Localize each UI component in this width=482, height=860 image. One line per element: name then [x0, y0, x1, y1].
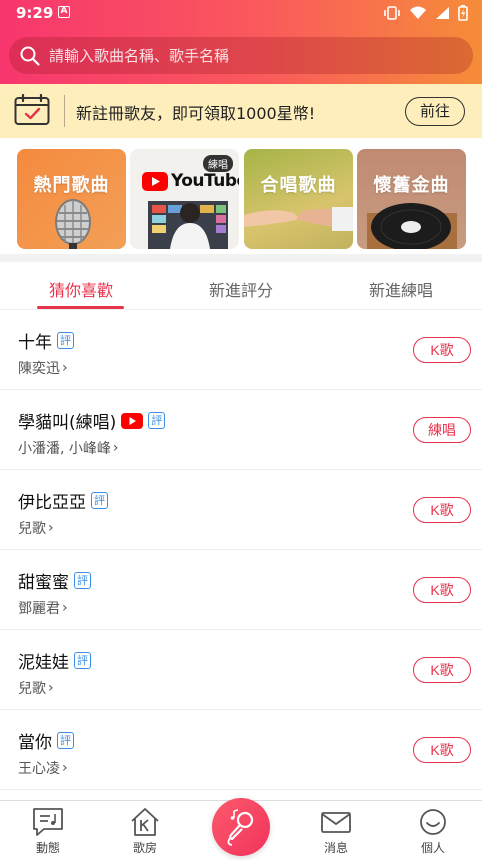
promo-banner[interactable]: 新註冊歌友，即可領取1000星幣! 前往 [0, 84, 482, 138]
nav-profile[interactable]: 個人 [403, 807, 463, 856]
header: 9:29 A [0, 0, 482, 84]
holding-hands-image [244, 207, 353, 231]
app-notification-icon: A [58, 6, 70, 18]
rating-tag: 評 [91, 492, 108, 509]
song-row[interactable]: 甜蜜蜜評 鄧麗君 › K歌 [0, 550, 482, 630]
song-row[interactable]: 泥娃娃評 兒歌 › K歌 [0, 630, 482, 710]
search-bar[interactable] [9, 37, 473, 74]
category-youtube[interactable]: 練唱 YouTube [130, 149, 239, 249]
rating-tag: 評 [148, 412, 166, 429]
vinyl-record-image [367, 203, 457, 249]
calendar-check-icon [14, 94, 50, 125]
status-icons [383, 5, 468, 21]
artist-link[interactable]: 兒歌 › [18, 678, 54, 698]
rating-tag: 評 [57, 732, 74, 749]
nav-song-room[interactable]: 歌房 [115, 807, 175, 856]
artist-name: 陳奕迅 [18, 361, 60, 377]
song-row[interactable]: 十年評 陳奕迅 › K歌 [0, 310, 482, 390]
song-title: 當你評 [18, 728, 74, 753]
song-title: 學貓叫(練唱) 評 [18, 408, 166, 433]
song-name: 泥娃娃 [18, 653, 69, 673]
song-title: 甜蜜蜜評 [18, 568, 91, 593]
house-k-icon [131, 808, 159, 836]
song-title: 泥娃娃評 [18, 648, 91, 673]
section-divider [0, 254, 482, 262]
youtube-icon [121, 412, 144, 429]
category-oldies[interactable]: 懷舊金曲 [357, 149, 466, 249]
tab-new-practice[interactable]: 新進練唱 [369, 277, 433, 301]
microphone-icon [55, 199, 91, 249]
song-name: 伊比亞亞 [18, 493, 86, 513]
status-time: 9:29 [16, 4, 54, 22]
artist-link[interactable]: 鄧麗君 › [18, 598, 68, 618]
k-song-button[interactable]: K歌 [413, 737, 471, 763]
envelope-icon [321, 812, 351, 833]
chevron-right-icon: › [62, 360, 68, 376]
song-title: 十年評 [18, 328, 74, 353]
wifi-icon [410, 6, 426, 19]
tab-new-scores[interactable]: 新進評分 [209, 277, 273, 301]
signal-icon [436, 7, 449, 19]
rating-tag: 評 [57, 332, 74, 349]
chevron-right-icon: › [112, 440, 119, 456]
artist-name: 兒歌 [18, 681, 46, 697]
artist-name: 小潘潘, 小峰峰 [18, 441, 111, 457]
rating-tag: 評 [74, 652, 91, 669]
chevron-right-icon: › [62, 760, 68, 776]
chevron-right-icon: › [62, 600, 68, 616]
artist-link[interactable]: 小潘潘, 小峰峰 › [18, 438, 119, 458]
artist-name: 鄧麗君 [18, 601, 60, 617]
search-input[interactable] [49, 46, 449, 65]
nav-feed[interactable]: 動態 [18, 807, 78, 856]
rating-tag: 評 [74, 572, 91, 589]
status-bar: 9:29 A [0, 0, 482, 28]
song-name: 甜蜜蜜 [18, 573, 69, 593]
artist-name: 兒歌 [18, 521, 46, 537]
song-row[interactable]: 學貓叫(練唱) 評 小潘潘, 小峰峰 › 練唱 [0, 390, 482, 470]
category-hot-songs[interactable]: 熱門歌曲 [17, 149, 126, 249]
nav-messages[interactable]: 消息 [306, 807, 366, 856]
chat-music-icon [33, 808, 63, 836]
battery-icon [458, 5, 468, 21]
chevron-right-icon: › [48, 520, 54, 536]
artist-link[interactable]: 王心凌 › [18, 758, 68, 778]
chevron-right-icon: › [48, 680, 54, 696]
tab-indicator [37, 306, 124, 309]
k-song-button[interactable]: K歌 [413, 577, 471, 603]
category-duet[interactable]: 合唱歌曲 [244, 149, 353, 249]
nav-label: 個人 [420, 841, 445, 855]
promo-divider [64, 95, 65, 127]
song-name: 學貓叫(練唱) [18, 413, 117, 433]
artist-link[interactable]: 兒歌 › [18, 518, 54, 538]
nav-label: 消息 [323, 841, 348, 855]
k-song-button[interactable]: K歌 [413, 657, 471, 683]
category-row: 熱門歌曲 練唱 YouTube 合唱歌曲 [0, 138, 482, 254]
nav-label: 動態 [35, 841, 60, 855]
practice-button[interactable]: 練唱 [413, 417, 471, 443]
promo-text: 新註冊歌友，即可領取1000星幣! [76, 104, 316, 123]
smiley-face-icon [420, 809, 446, 835]
song-name: 十年 [18, 333, 52, 353]
search-icon [20, 46, 40, 66]
song-title: 伊比亞亞評 [18, 488, 108, 513]
song-row[interactable]: 當你評 王心凌 › K歌 [0, 710, 482, 790]
song-name: 當你 [18, 733, 52, 753]
microphone-icon [227, 809, 254, 846]
promo-go-button[interactable]: 前往 [405, 97, 465, 126]
artist-name: 王心凌 [18, 761, 60, 777]
tab-bar: 猜你喜歡 新進評分 新進練唱 [0, 262, 482, 310]
artist-link[interactable]: 陳奕迅 › [18, 358, 68, 378]
tab-guess-you-like[interactable]: 猜你喜歡 [49, 277, 113, 301]
vibrate-icon [384, 6, 400, 20]
song-row[interactable]: 伊比亞亞評 兒歌 › K歌 [0, 470, 482, 550]
k-song-button[interactable]: K歌 [413, 497, 471, 523]
tv-viewer-image [148, 201, 228, 249]
sing-microphone-button[interactable] [212, 798, 270, 856]
nav-label: 歌房 [132, 841, 157, 855]
k-song-button[interactable]: K歌 [413, 337, 471, 363]
